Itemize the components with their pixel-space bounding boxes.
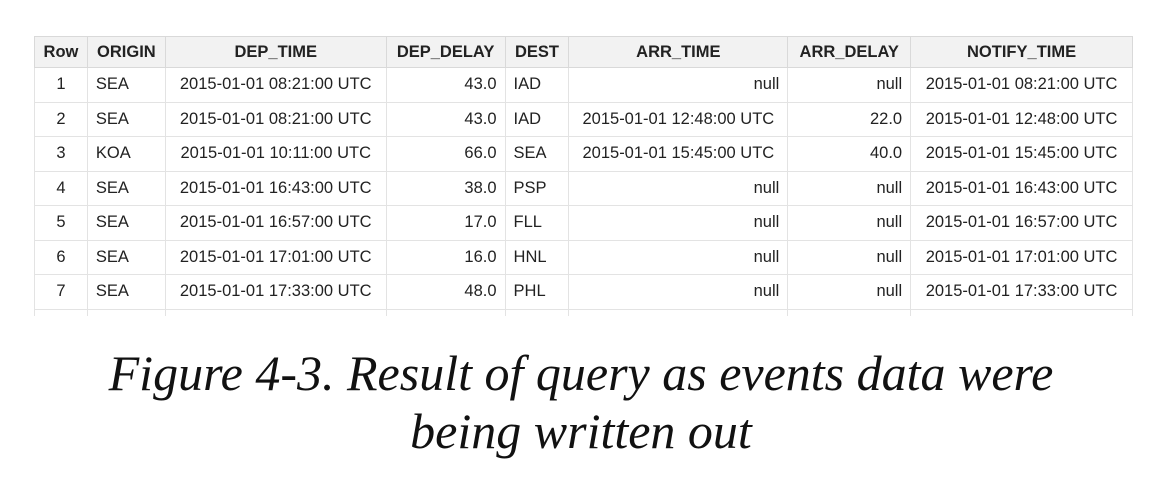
row-number-cell: 7: [34, 274, 88, 310]
dep-time-cell: 2015-01-01 08:21:00 UTC: [165, 67, 387, 103]
table-row: 2 SEA 2015-01-01 08:21:00 UTC 43.0 IAD 2…: [34, 102, 1133, 137]
arr-delay-cell: 40.0: [787, 136, 912, 172]
dest-cell: SEA: [505, 136, 570, 172]
row-number-cell: 2: [34, 102, 88, 137]
origin-cell: SEA: [87, 67, 166, 103]
dep-delay-cell: 43.0: [386, 67, 506, 103]
figure-caption: Figure 4-3. Result of query as events da…: [0, 344, 1162, 460]
header-origin[interactable]: ORIGIN: [86, 36, 166, 68]
dep-time-cell: 2015-01-01 10:11:00 UTC: [165, 136, 387, 172]
empty-cell: [910, 309, 1133, 316]
query-results-table-container: Row ORIGIN DEP_TIME DEP_DELAY DEST ARR_T…: [34, 36, 1133, 316]
empty-cell: [505, 309, 570, 316]
empty-cell: [87, 309, 166, 316]
query-results-table: Row ORIGIN DEP_TIME DEP_DELAY DEST ARR_T…: [34, 36, 1133, 316]
dep-delay-cell: 43.0: [386, 102, 506, 137]
header-notify-time[interactable]: NOTIFY_TIME: [910, 36, 1133, 68]
header-dep-delay[interactable]: DEP_DELAY: [385, 36, 506, 68]
table-row: 1 SEA 2015-01-01 08:21:00 UTC 43.0 IAD n…: [34, 67, 1133, 103]
dep-time-cell: 2015-01-01 08:21:00 UTC: [165, 102, 387, 137]
arr-time-cell: null: [568, 205, 789, 241]
table-header-row: Row ORIGIN DEP_TIME DEP_DELAY DEST ARR_T…: [34, 36, 1133, 68]
arr-delay-cell: null: [787, 67, 912, 103]
header-row[interactable]: Row: [34, 36, 88, 68]
dest-cell: FLL: [505, 205, 570, 241]
origin-cell: SEA: [87, 240, 166, 275]
dep-time-cell: 2015-01-01 17:01:00 UTC: [165, 240, 387, 275]
table-row: 3 KOA 2015-01-01 10:11:00 UTC 66.0 SEA 2…: [34, 136, 1133, 172]
notify-time-cell: 2015-01-01 16:57:00 UTC: [910, 205, 1133, 241]
origin-cell: KOA: [87, 136, 166, 172]
table-row: 4 SEA 2015-01-01 16:43:00 UTC 38.0 PSP n…: [34, 171, 1133, 206]
origin-cell: SEA: [87, 274, 166, 310]
arr-delay-cell: null: [787, 240, 912, 275]
notify-time-cell: 2015-01-01 15:45:00 UTC: [910, 136, 1133, 172]
dep-time-cell: 2015-01-01 17:33:00 UTC: [165, 274, 387, 310]
notify-time-cell: 2015-01-01 16:43:00 UTC: [910, 171, 1133, 206]
dep-delay-cell: 38.0: [386, 171, 506, 206]
dest-cell: PHL: [505, 274, 570, 310]
dep-time-cell: 2015-01-01 16:57:00 UTC: [165, 205, 387, 241]
dep-delay-cell: 66.0: [386, 136, 506, 172]
dest-cell: IAD: [505, 102, 570, 137]
dep-delay-cell: 17.0: [386, 205, 506, 241]
dest-cell: HNL: [505, 240, 570, 275]
dep-time-cell: 2015-01-01 16:43:00 UTC: [165, 171, 387, 206]
arr-delay-cell: null: [787, 205, 912, 241]
table-row: 6 SEA 2015-01-01 17:01:00 UTC 16.0 HNL n…: [34, 240, 1133, 275]
row-number-cell: 1: [34, 67, 88, 103]
arr-time-cell: null: [568, 240, 789, 275]
dest-cell: PSP: [505, 171, 570, 206]
header-dep-time[interactable]: DEP_TIME: [164, 36, 387, 68]
arr-delay-cell: null: [787, 274, 912, 310]
origin-cell: SEA: [87, 205, 166, 241]
header-dest[interactable]: DEST: [504, 36, 570, 68]
empty-cell: [568, 309, 789, 316]
notify-time-cell: 2015-01-01 12:48:00 UTC: [910, 102, 1133, 137]
dest-cell: IAD: [505, 67, 570, 103]
row-number-cell: 3: [34, 136, 88, 172]
arr-time-cell: 2015-01-01 15:45:00 UTC: [568, 136, 789, 172]
row-number-cell: 5: [34, 205, 88, 241]
figure-caption-line-1: Figure 4-3. Result of query as events da…: [108, 345, 1054, 401]
table-row-partial: [34, 309, 1133, 316]
notify-time-cell: 2015-01-01 08:21:00 UTC: [910, 67, 1133, 103]
arr-delay-cell: 22.0: [787, 102, 912, 137]
arr-time-cell: 2015-01-01 12:48:00 UTC: [568, 102, 789, 137]
empty-cell: [165, 309, 387, 316]
figure-caption-line-2: being written out: [410, 403, 752, 459]
table-row: 7 SEA 2015-01-01 17:33:00 UTC 48.0 PHL n…: [34, 274, 1133, 310]
row-number-cell: 6: [34, 240, 88, 275]
empty-cell: [34, 309, 88, 316]
empty-cell: [787, 309, 912, 316]
notify-time-cell: 2015-01-01 17:01:00 UTC: [910, 240, 1133, 275]
arr-time-cell: null: [568, 67, 789, 103]
origin-cell: SEA: [87, 102, 166, 137]
origin-cell: SEA: [87, 171, 166, 206]
notify-time-cell: 2015-01-01 17:33:00 UTC: [910, 274, 1133, 310]
arr-time-cell: null: [568, 171, 789, 206]
header-arr-delay[interactable]: ARR_DELAY: [787, 36, 912, 68]
table-row: 5 SEA 2015-01-01 16:57:00 UTC 17.0 FLL n…: [34, 205, 1133, 241]
empty-cell: [386, 309, 506, 316]
dep-delay-cell: 16.0: [386, 240, 506, 275]
dep-delay-cell: 48.0: [386, 274, 506, 310]
row-number-cell: 4: [34, 171, 88, 206]
arr-delay-cell: null: [787, 171, 912, 206]
header-arr-time[interactable]: ARR_TIME: [568, 36, 789, 68]
arr-time-cell: null: [568, 274, 789, 310]
